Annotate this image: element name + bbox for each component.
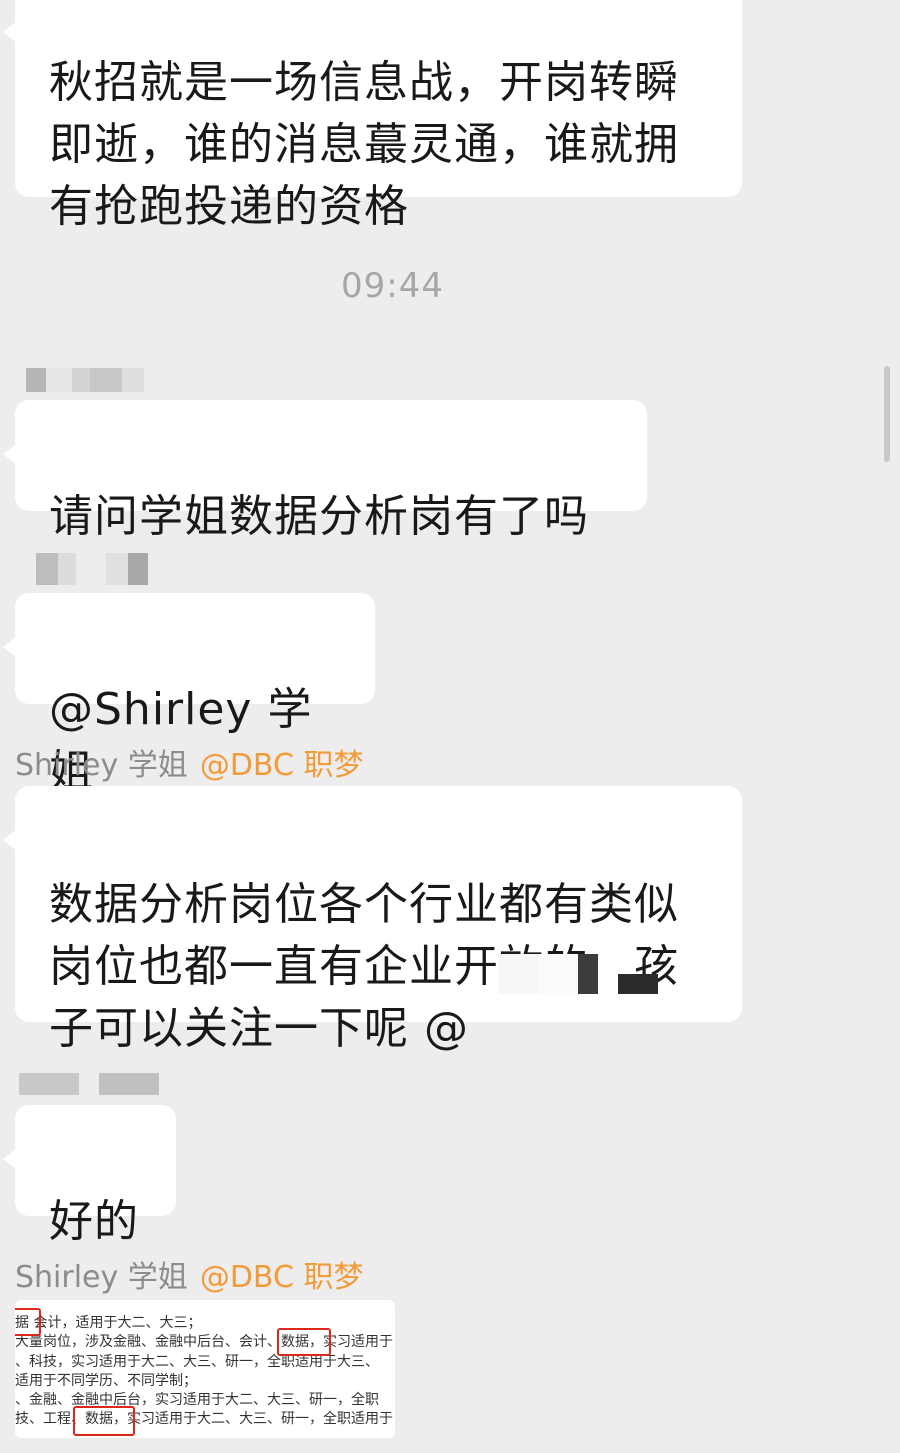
sender-label: Shirley 学姐 [15,748,188,783]
image-text-line: 技、工程、数据，实习适用于大二、大三、研一，全职适用于 [15,1411,393,1427]
message-bubble-2[interactable]: 请问学姐数据分析岗有了吗 [3,400,647,542]
message-bubble-5[interactable]: 好的 [3,1105,176,1247]
sender-mention[interactable]: @DBC 职梦 [200,1260,364,1295]
image-text-line: 据 会计，适用于大二、大三； [15,1315,202,1331]
image-text-line: 大量岗位，涉及金融、金融中后台、会计、数据，实习适用于 [15,1334,393,1350]
highlight-box [73,1406,135,1436]
image-text-line: 、金融、金融中后台，实习适用于大二、大三、研一，全职 [15,1392,379,1408]
sender-name-redacted [26,368,144,392]
image-text-line: 适用于不同学历、不同学制； [15,1373,197,1389]
sender-label: Shirley 学姐 [15,1260,188,1295]
highlight-box [277,1328,331,1356]
message-bubble-4[interactable]: 数据分析岗位各个行业都有类似 岗位也都一直有企业开放的，孩 子可以关注一下呢 @ [3,786,742,1054]
image-message[interactable]: 据 会计，适用于大二、大三； 大量岗位，涉及金融、金融中后台、会计、数据，实习适… [15,1300,395,1438]
sender-mention[interactable]: @DBC 职梦 [200,748,364,783]
sender-name-redacted [36,553,148,585]
sender-name: Shirley 学姐 @DBC 职梦 [15,740,363,784]
sender-name-redacted [19,1073,159,1095]
message-text: 秋招就是一场信息战，开岗转瞬 即逝，谁的消息蕞灵通，谁就拥 有抢跑投递的资格 [49,57,679,232]
message-text: 好的 [49,1196,139,1247]
message-bubble-1[interactable]: 秋招就是一场信息战，开岗转瞬 即逝，谁的消息蕞灵通，谁就拥 有抢跑投递的资格 [3,0,742,232]
sender-name: Shirley 学姐 @DBC 职梦 [15,1252,363,1296]
mention-name-redacted [498,954,658,994]
timestamp: 09:44 [341,266,444,306]
scrollbar[interactable] [884,366,890,462]
message-text: 请问学姐数据分析岗有了吗 [49,491,589,542]
message-bubble-3[interactable]: @Shirley 学姐 [3,593,375,797]
highlight-box [15,1308,41,1336]
